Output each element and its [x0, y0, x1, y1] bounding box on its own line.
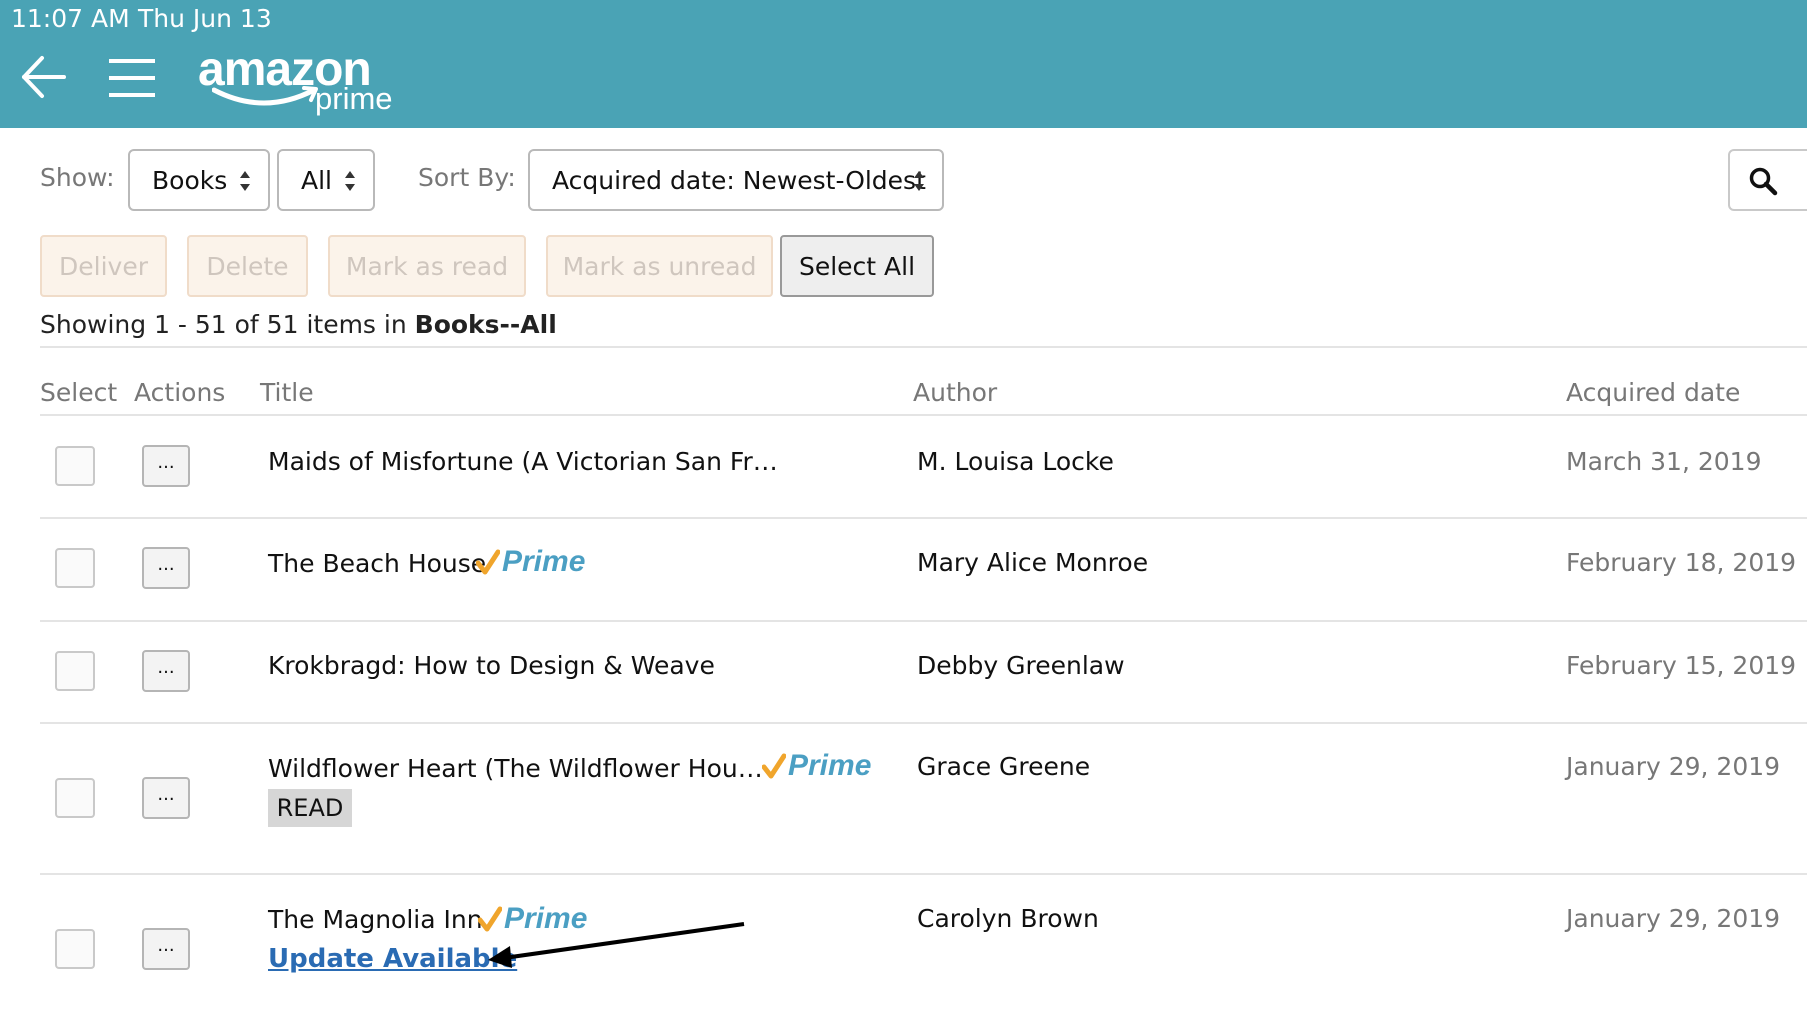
header-divider: [40, 414, 1807, 416]
book-title[interactable]: The Beach House: [268, 549, 486, 578]
row-actions-button[interactable]: ...: [142, 928, 190, 970]
column-header-select: Select: [40, 378, 118, 407]
row-actions-button[interactable]: ...: [142, 445, 190, 487]
row-divider: [40, 517, 1807, 519]
back-arrow-icon[interactable]: [20, 52, 68, 102]
prime-text: Prime: [502, 545, 586, 578]
summary-prefix: Showing 1 - 51 of 51 items in: [40, 310, 415, 339]
sort-label: Sort By:: [418, 163, 516, 192]
column-header-actions: Actions: [134, 378, 226, 407]
summary-divider: [40, 346, 1807, 348]
amazon-prime-logo[interactable]: amazon prime: [198, 44, 408, 120]
results-summary: Showing 1 - 51 of 51 items in Books--All: [40, 310, 557, 339]
row-actions-button[interactable]: ...: [142, 650, 190, 692]
show-subset-value: All: [301, 165, 332, 195]
book-author: Carolyn Brown: [917, 904, 1099, 933]
deliver-button[interactable]: Deliver: [40, 235, 167, 297]
sort-select[interactable]: Acquired date: Newest-Oldest: [528, 149, 944, 211]
status-time: 11:07 AM: [11, 4, 130, 33]
row-actions-button[interactable]: ...: [142, 777, 190, 819]
show-subset-select[interactable]: All: [277, 149, 375, 211]
acquired-date: February 18, 2019: [1566, 548, 1797, 577]
mark-as-unread-button[interactable]: Mark as unread: [546, 235, 773, 297]
mark-as-read-button[interactable]: Mark as read: [328, 235, 526, 297]
row-divider: [40, 722, 1807, 724]
column-header-acquired-date[interactable]: Acquired date: [1566, 378, 1740, 407]
row-checkbox[interactable]: [55, 651, 95, 691]
search-icon: [1749, 167, 1778, 196]
acquired-date: January 29, 2019: [1566, 752, 1781, 781]
row-divider: [40, 873, 1807, 875]
select-all-button[interactable]: Select All: [780, 235, 934, 297]
delete-button[interactable]: Delete: [187, 235, 308, 297]
book-author: Debby Greenlaw: [917, 651, 1125, 680]
row-checkbox[interactable]: [55, 548, 95, 588]
hamburger-menu-icon[interactable]: [108, 58, 156, 98]
select-arrows-icon: [914, 171, 924, 191]
row-checkbox[interactable]: [55, 446, 95, 486]
logo-smile-icon: [212, 86, 318, 106]
acquired-date: January 29, 2019: [1566, 904, 1781, 933]
row-checkbox[interactable]: [55, 778, 95, 818]
book-title[interactable]: Maids of Misfortune (A Victorian San Fr…: [268, 447, 778, 476]
summary-category: Books--All: [414, 310, 557, 339]
prime-check-icon: [476, 549, 500, 575]
search-button[interactable]: [1728, 149, 1807, 211]
annotation-arrow-icon: [488, 922, 745, 968]
select-arrows-icon: [240, 171, 250, 191]
status-date: Thu Jun 13: [138, 4, 272, 33]
book-title[interactable]: The Magnolia Inn: [268, 905, 483, 934]
show-type-select[interactable]: Books: [128, 149, 270, 211]
read-badge: READ: [268, 789, 352, 827]
row-divider: [40, 620, 1807, 622]
acquired-date: February 15, 2019: [1566, 651, 1797, 680]
row-actions-button[interactable]: ...: [142, 547, 190, 589]
book-author: Mary Alice Monroe: [917, 548, 1149, 577]
column-header-author[interactable]: Author: [913, 378, 997, 407]
prime-badge: Prime: [476, 544, 585, 580]
show-type-value: Books: [152, 165, 228, 195]
book-title[interactable]: Krokbragd: How to Design & Weave: [268, 651, 715, 680]
prime-check-icon: [762, 753, 786, 779]
column-header-title[interactable]: Title: [260, 378, 314, 407]
select-arrows-icon: [345, 171, 355, 191]
logo-prime-word: prime: [315, 81, 393, 116]
row-checkbox[interactable]: [55, 929, 95, 969]
book-author: M. Louisa Locke: [917, 447, 1114, 476]
prime-badge: Prime: [762, 748, 871, 784]
prime-text: Prime: [788, 749, 872, 782]
acquired-date: March 31, 2019: [1566, 447, 1762, 476]
sort-value: Acquired date: Newest-Oldest: [552, 165, 926, 195]
show-label: Show:: [40, 163, 115, 192]
book-title[interactable]: Wildflower Heart (The Wildflower Hou…: [268, 754, 763, 783]
book-author: Grace Greene: [917, 752, 1091, 781]
